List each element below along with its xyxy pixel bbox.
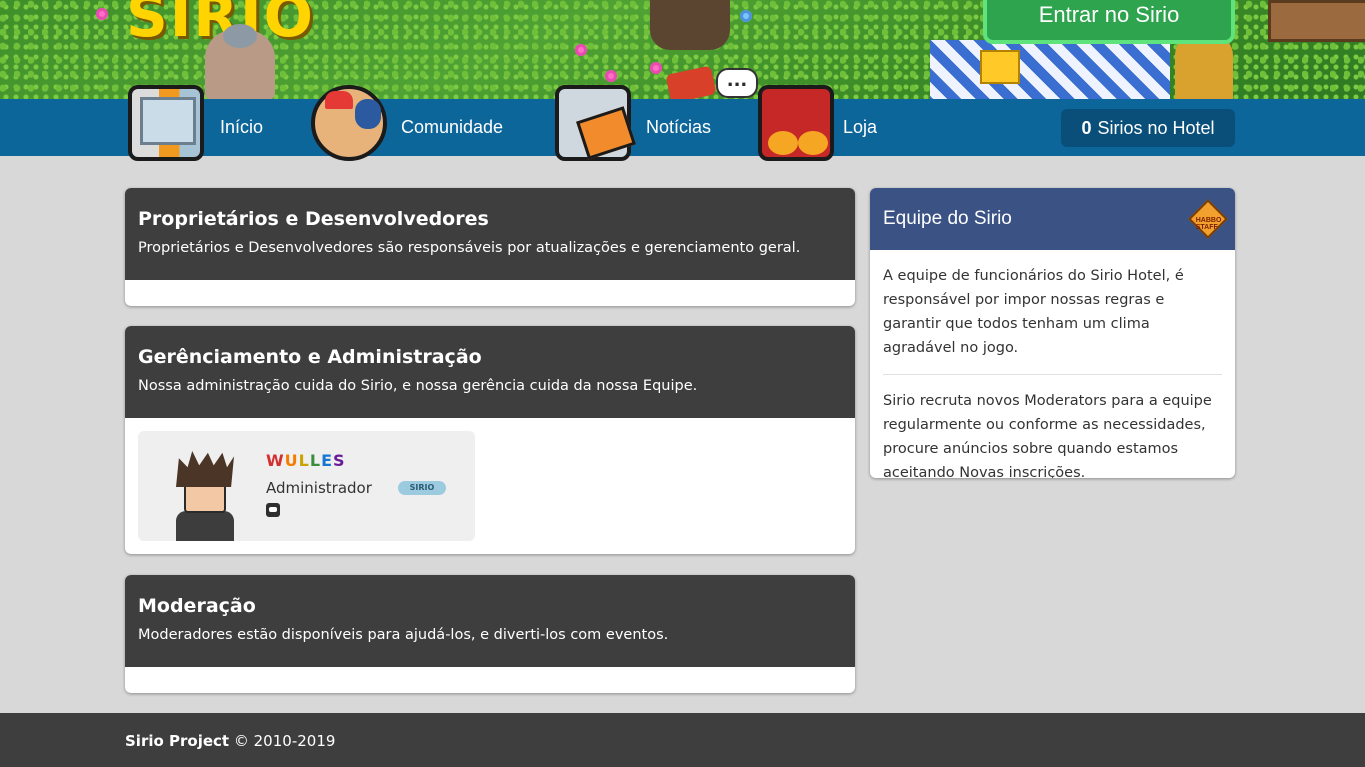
flower-decoration xyxy=(740,10,752,22)
avatar xyxy=(172,451,238,541)
community-people-icon[interactable] xyxy=(311,85,387,161)
nav-label[interactable]: Comunidade xyxy=(401,117,503,138)
footer: Sirio Project © 2010-2019 xyxy=(0,713,1365,767)
panel-body: A equipe de funcionários do Sirio Hotel,… xyxy=(870,250,1235,478)
online-label: Sirios no Hotel xyxy=(1097,117,1215,138)
nav-item-loja[interactable]: Loja xyxy=(843,99,877,156)
section-header: Gerênciamento e Administração Nossa admi… xyxy=(125,326,855,418)
staff-name-letter: W xyxy=(266,451,285,470)
tree-decoration xyxy=(650,0,730,50)
bench-decoration xyxy=(1268,0,1365,42)
nav-item-inicio[interactable]: Início xyxy=(220,99,263,156)
section-title: Proprietários e Desenvolvedores xyxy=(138,208,489,230)
staff-name-letter: L xyxy=(309,451,322,470)
news-newspaper-icon[interactable] xyxy=(555,85,631,161)
flower-decoration xyxy=(605,70,617,82)
staff-member-card[interactable]: WULLES Administrador SIRIO xyxy=(138,431,475,541)
panel-title: Equipe do Sirio xyxy=(883,208,1012,229)
staff-badge: SIRIO xyxy=(398,481,446,495)
section-management-administration: Gerênciamento e Administração Nossa admi… xyxy=(125,326,855,554)
cheese-decoration xyxy=(980,50,1020,84)
nav-label[interactable]: Início xyxy=(220,117,263,138)
staff-badge-text: HABBO STAFF xyxy=(1195,216,1222,231)
flower-decoration xyxy=(96,8,108,20)
section-title: Gerênciamento e Administração xyxy=(138,346,482,368)
picnic-blanket-decoration xyxy=(930,40,1170,99)
section-description: Proprietários e Desenvolvedores são resp… xyxy=(138,240,801,256)
creature-decoration xyxy=(205,24,275,99)
panel-paragraph: Sirio recruta novos Moderators para a eq… xyxy=(883,393,1212,478)
panel-header: Equipe do Sirio HABBO STAFF xyxy=(870,188,1235,250)
speech-bubble: ... xyxy=(716,68,758,98)
panel-divider xyxy=(883,374,1222,375)
online-count: 0 xyxy=(1081,117,1092,138)
avatar-decoration xyxy=(1175,35,1233,99)
section-description: Nossa administração cuida do Sirio, e no… xyxy=(138,378,698,394)
avatar-body xyxy=(176,511,234,541)
staff-role: Administrador xyxy=(266,479,372,497)
staff-name-letter: S xyxy=(333,451,346,470)
online-counter: 0 Sirios no Hotel xyxy=(1061,109,1235,147)
nav-label[interactable]: Notícias xyxy=(646,117,711,138)
footer-copyright: © 2010-2019 xyxy=(233,732,336,750)
avatar-hair xyxy=(176,451,234,487)
flower-decoration xyxy=(575,44,587,56)
nav-item-noticias[interactable]: Notícias xyxy=(646,99,711,156)
staff-name-letter: E xyxy=(321,451,333,470)
discord-icon[interactable] xyxy=(266,503,280,517)
hotel-banner: SIRIO ... Entrar no Sirio xyxy=(0,0,1365,99)
flower-decoration xyxy=(650,62,662,74)
staff-name-letter: U xyxy=(284,451,299,470)
section-description: Moderadores estão disponíveis para ajudá… xyxy=(138,627,669,643)
section-title: Moderação xyxy=(138,595,256,617)
team-info-panel: Equipe do Sirio HABBO STAFF A equipe de … xyxy=(870,188,1235,478)
enter-hotel-button[interactable]: Entrar no Sirio xyxy=(983,0,1235,44)
section-owners-developers: Proprietários e Desenvolvedores Propriet… xyxy=(125,188,855,306)
staff-name-letter: L xyxy=(298,451,310,470)
scarf-decoration xyxy=(665,65,717,99)
home-elevator-icon[interactable] xyxy=(128,85,204,161)
section-header: Moderação Moderadores estão disponíveis … xyxy=(125,575,855,667)
nav-label[interactable]: Loja xyxy=(843,117,877,138)
section-header: Proprietários e Desenvolvedores Propriet… xyxy=(125,188,855,280)
shop-basket-icon[interactable] xyxy=(758,85,834,161)
staff-name[interactable]: WULLES xyxy=(266,451,346,470)
nav-item-comunidade[interactable]: Comunidade xyxy=(401,99,503,156)
panel-paragraph: A equipe de funcionários do Sirio Hotel,… xyxy=(883,268,1184,356)
footer-brand: Sirio Project xyxy=(125,732,230,750)
staff-badge-icon: HABBO STAFF xyxy=(1188,199,1228,239)
section-moderation: Moderação Moderadores estão disponíveis … xyxy=(125,575,855,693)
